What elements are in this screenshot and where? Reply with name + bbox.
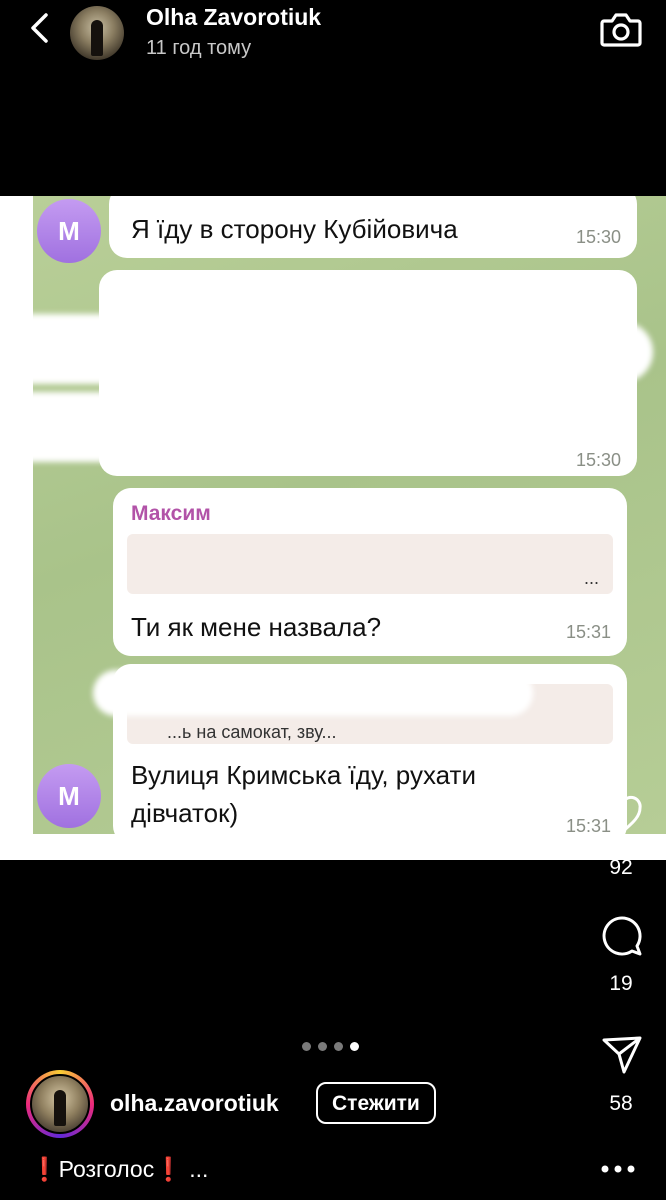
header-time: 11 год тому (146, 37, 252, 59)
share-count: 58 (609, 1092, 633, 1115)
quoted-message: ... (127, 534, 613, 594)
back-icon[interactable] (22, 10, 58, 46)
message-bubble: Максим ... Ти як мене назвала? 15:31 (113, 488, 627, 656)
camera-icon[interactable] (600, 10, 642, 48)
share-icon[interactable] (600, 1032, 644, 1076)
exclamation-icon: ❗ (154, 1156, 183, 1182)
avatar[interactable] (26, 1070, 94, 1138)
message-text: Вулиця Кримська їду, рухати (131, 760, 476, 790)
message-bubble: Я їду в сторону Кубійовича 15:30 (109, 196, 637, 258)
message-text: дівчаток) (131, 798, 239, 828)
avatar: М (37, 199, 101, 263)
quoted-text: ...ь на самокат, зву... (167, 722, 337, 742)
caption-text: Розголос (58, 1156, 155, 1182)
avatar[interactable] (70, 6, 124, 60)
post-media[interactable]: М Я їду в сторону Кубійовича 15:30 15:30… (0, 196, 666, 860)
quoted-text: ... (583, 568, 599, 588)
redaction-overlay (33, 392, 353, 462)
message-time: 15:30 (575, 450, 621, 470)
post-caption[interactable]: ❗Розголос❗ ... (30, 1156, 208, 1183)
caption-more[interactable]: ... (189, 1156, 208, 1182)
footer-username[interactable]: olha.zavorotiuk (110, 1090, 279, 1117)
like-count: 92 (609, 856, 633, 879)
message-text: Ти як мене назвала? (131, 612, 382, 642)
carousel-dot (318, 1042, 327, 1051)
comment-count: 19 (609, 972, 633, 995)
redaction-overlay (453, 322, 653, 382)
sender-name: Максим (131, 502, 211, 525)
message-time: 15:31 (565, 622, 611, 642)
heart-icon[interactable] (600, 794, 644, 838)
follow-button[interactable]: Стежити (316, 1082, 436, 1124)
chat-screenshot: М Я їду в сторону Кубійовича 15:30 15:30… (33, 196, 666, 834)
comment-icon[interactable] (600, 914, 644, 958)
carousel-indicator (302, 1038, 366, 1051)
carousel-dot (334, 1042, 343, 1051)
header-username[interactable]: Olha Zavorotiuk (146, 4, 321, 31)
story-header: Olha Zavorotiuk 11 год тому (0, 0, 666, 80)
carousel-dot-active (350, 1042, 359, 1051)
redaction-overlay (93, 670, 533, 716)
exclamation-icon: ❗ (30, 1156, 59, 1182)
carousel-dot (302, 1042, 311, 1051)
more-icon[interactable] (600, 1164, 636, 1174)
message-text: Я їду в сторону Кубійовича (131, 214, 458, 244)
redaction-overlay (33, 314, 413, 384)
message-time: 15:30 (575, 227, 621, 247)
avatar: М (37, 764, 101, 828)
